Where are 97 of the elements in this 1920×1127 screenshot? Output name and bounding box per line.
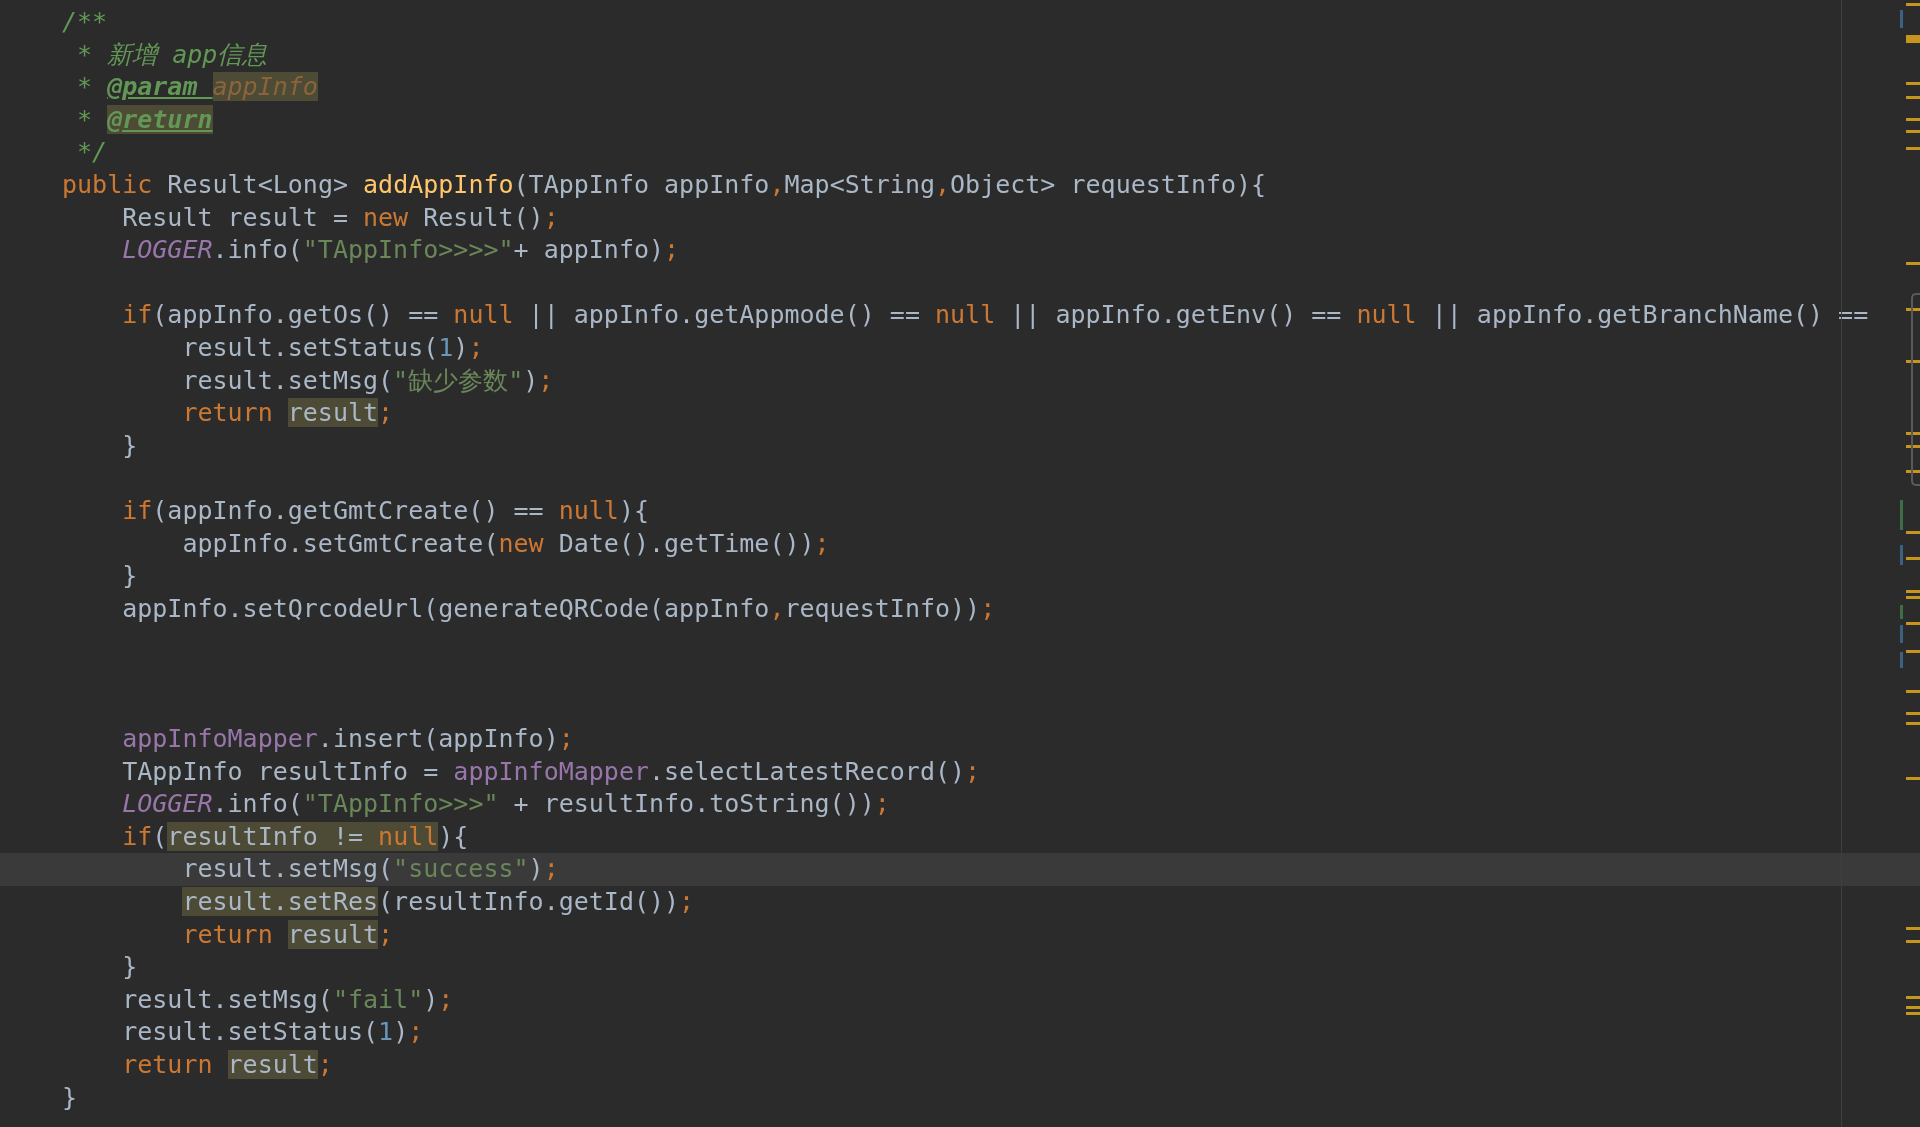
code-text: result.setStatus( [122, 1017, 379, 1047]
keyword: ; [408, 1017, 424, 1047]
code-text: .info( [212, 235, 303, 265]
code-text: Date().getTime()) [557, 528, 815, 558]
keyword: ; [558, 724, 574, 754]
code-text: (resultInfo.getId()) [378, 887, 680, 917]
keyword: , [935, 169, 951, 199]
string-literal: "fail" [332, 984, 424, 1014]
keyword: null [1356, 300, 1417, 330]
code-text: appInfo.setQrcodeUrl(generateQRCode(appInfo [122, 593, 770, 623]
code-text: result [287, 398, 379, 428]
string-literal: "TAppInfo>>>>" [302, 235, 514, 265]
keyword: null [453, 300, 514, 330]
code-text: .info( [212, 789, 303, 819]
code-text: requestInfo)) [784, 593, 981, 623]
code-text: appInfo.setGmtCreate( [182, 528, 499, 558]
code-text: } [122, 430, 138, 460]
keyword: return [182, 919, 274, 949]
code-text: result [287, 919, 379, 949]
keyword: null [558, 495, 619, 525]
doc-tag: @param [107, 72, 213, 102]
keyword: ; [679, 887, 695, 917]
code-text: ) [523, 365, 539, 395]
keyword: return [182, 398, 274, 428]
code-text: ){ [618, 495, 649, 525]
keyword: ; [538, 365, 554, 395]
keyword: ; [543, 202, 559, 232]
keyword: ; [980, 593, 996, 623]
doc-comment: * [76, 72, 94, 102]
code-text: ( [152, 821, 168, 851]
keyword: , [769, 169, 785, 199]
scrollbar-thumb[interactable] [1911, 293, 1920, 486]
keyword: ; [378, 919, 394, 949]
code-text: (appInfo.getOs() == [152, 300, 440, 330]
keyword: ; [543, 854, 559, 884]
code-text: } [62, 1082, 78, 1112]
code-text: resultInfo != [167, 821, 379, 851]
code-text: ) [393, 1017, 409, 1047]
doc-comment: */ [76, 137, 108, 167]
field-name: appInfoMapper [453, 756, 649, 786]
code-text: } [122, 561, 138, 591]
string-literal: "TAppInfo>>>" [302, 789, 499, 819]
code-text: .selectLatestRecord() [649, 756, 966, 786]
keyword: ; [965, 756, 981, 786]
keyword: if [122, 300, 153, 330]
code-text: ) [423, 984, 439, 1014]
code-text: result.setMsg( [122, 984, 333, 1014]
code-text: || appInfo.getEnv() == [1009, 300, 1343, 330]
code-text: ) [528, 854, 544, 884]
code-text: } [122, 952, 138, 982]
code-text: (TAppInfo appInfo [513, 169, 770, 199]
code-text: result.setMsg( [182, 365, 394, 395]
code-text: + resultInfo.toString()) [512, 789, 875, 819]
keyword: if [122, 495, 153, 525]
code-text: Object> requestInfo){ [950, 169, 1267, 199]
keyword: ; [664, 235, 680, 265]
keyword: ; [378, 398, 394, 428]
doc-comment: /** [62, 7, 108, 36]
code-text: Result() [422, 202, 544, 232]
method-name: addAppInfo [363, 169, 514, 199]
keyword: new [498, 528, 544, 558]
string-literal: "缺少参数" [393, 365, 524, 395]
keyword: public [62, 169, 153, 199]
keyword: ; [317, 1050, 333, 1079]
keyword: new [363, 202, 409, 232]
code-text: (appInfo.getGmtCreate() == [152, 495, 545, 525]
string-literal: "success" [393, 854, 529, 884]
constant-name: LOGGER [122, 235, 213, 265]
keyword: , [769, 593, 785, 623]
doc-comment: * [76, 104, 94, 134]
code-text: ) [453, 332, 469, 362]
code-text: result.setStatus( [182, 332, 439, 362]
code-text: ){ [438, 821, 469, 851]
code-text: || appInfo.getBranchName() == [1430, 300, 1869, 330]
constant-name: LOGGER [122, 789, 213, 819]
code-text: + appInfo) [513, 235, 665, 265]
doc-comment: * 新增 app信息 [76, 39, 268, 69]
code-text: || appInfo.getAppmode() == [527, 300, 921, 330]
number-literal: 1 [378, 1017, 394, 1047]
keyword: null [378, 821, 439, 851]
code-text: .insert(appInfo) [317, 724, 559, 754]
keyword: ; [438, 984, 454, 1014]
keyword: return [122, 1050, 214, 1079]
code-text: result [227, 1050, 318, 1079]
keyword: null [935, 300, 996, 330]
keyword: ; [468, 332, 484, 362]
keyword: ; [814, 528, 830, 558]
code-text: Result<Long> [166, 169, 349, 199]
code-text: result.setMsg( [182, 854, 394, 884]
code-text: Map<String [784, 169, 935, 199]
number-literal: 1 [438, 332, 454, 362]
keyword: ; [874, 789, 890, 819]
code-text: Result result = [122, 202, 349, 232]
code-text: TAppInfo resultInfo = [122, 756, 440, 786]
code-text: result.setRes [182, 887, 379, 917]
field-name: appInfoMapper [122, 724, 318, 754]
keyword: if [122, 821, 153, 851]
